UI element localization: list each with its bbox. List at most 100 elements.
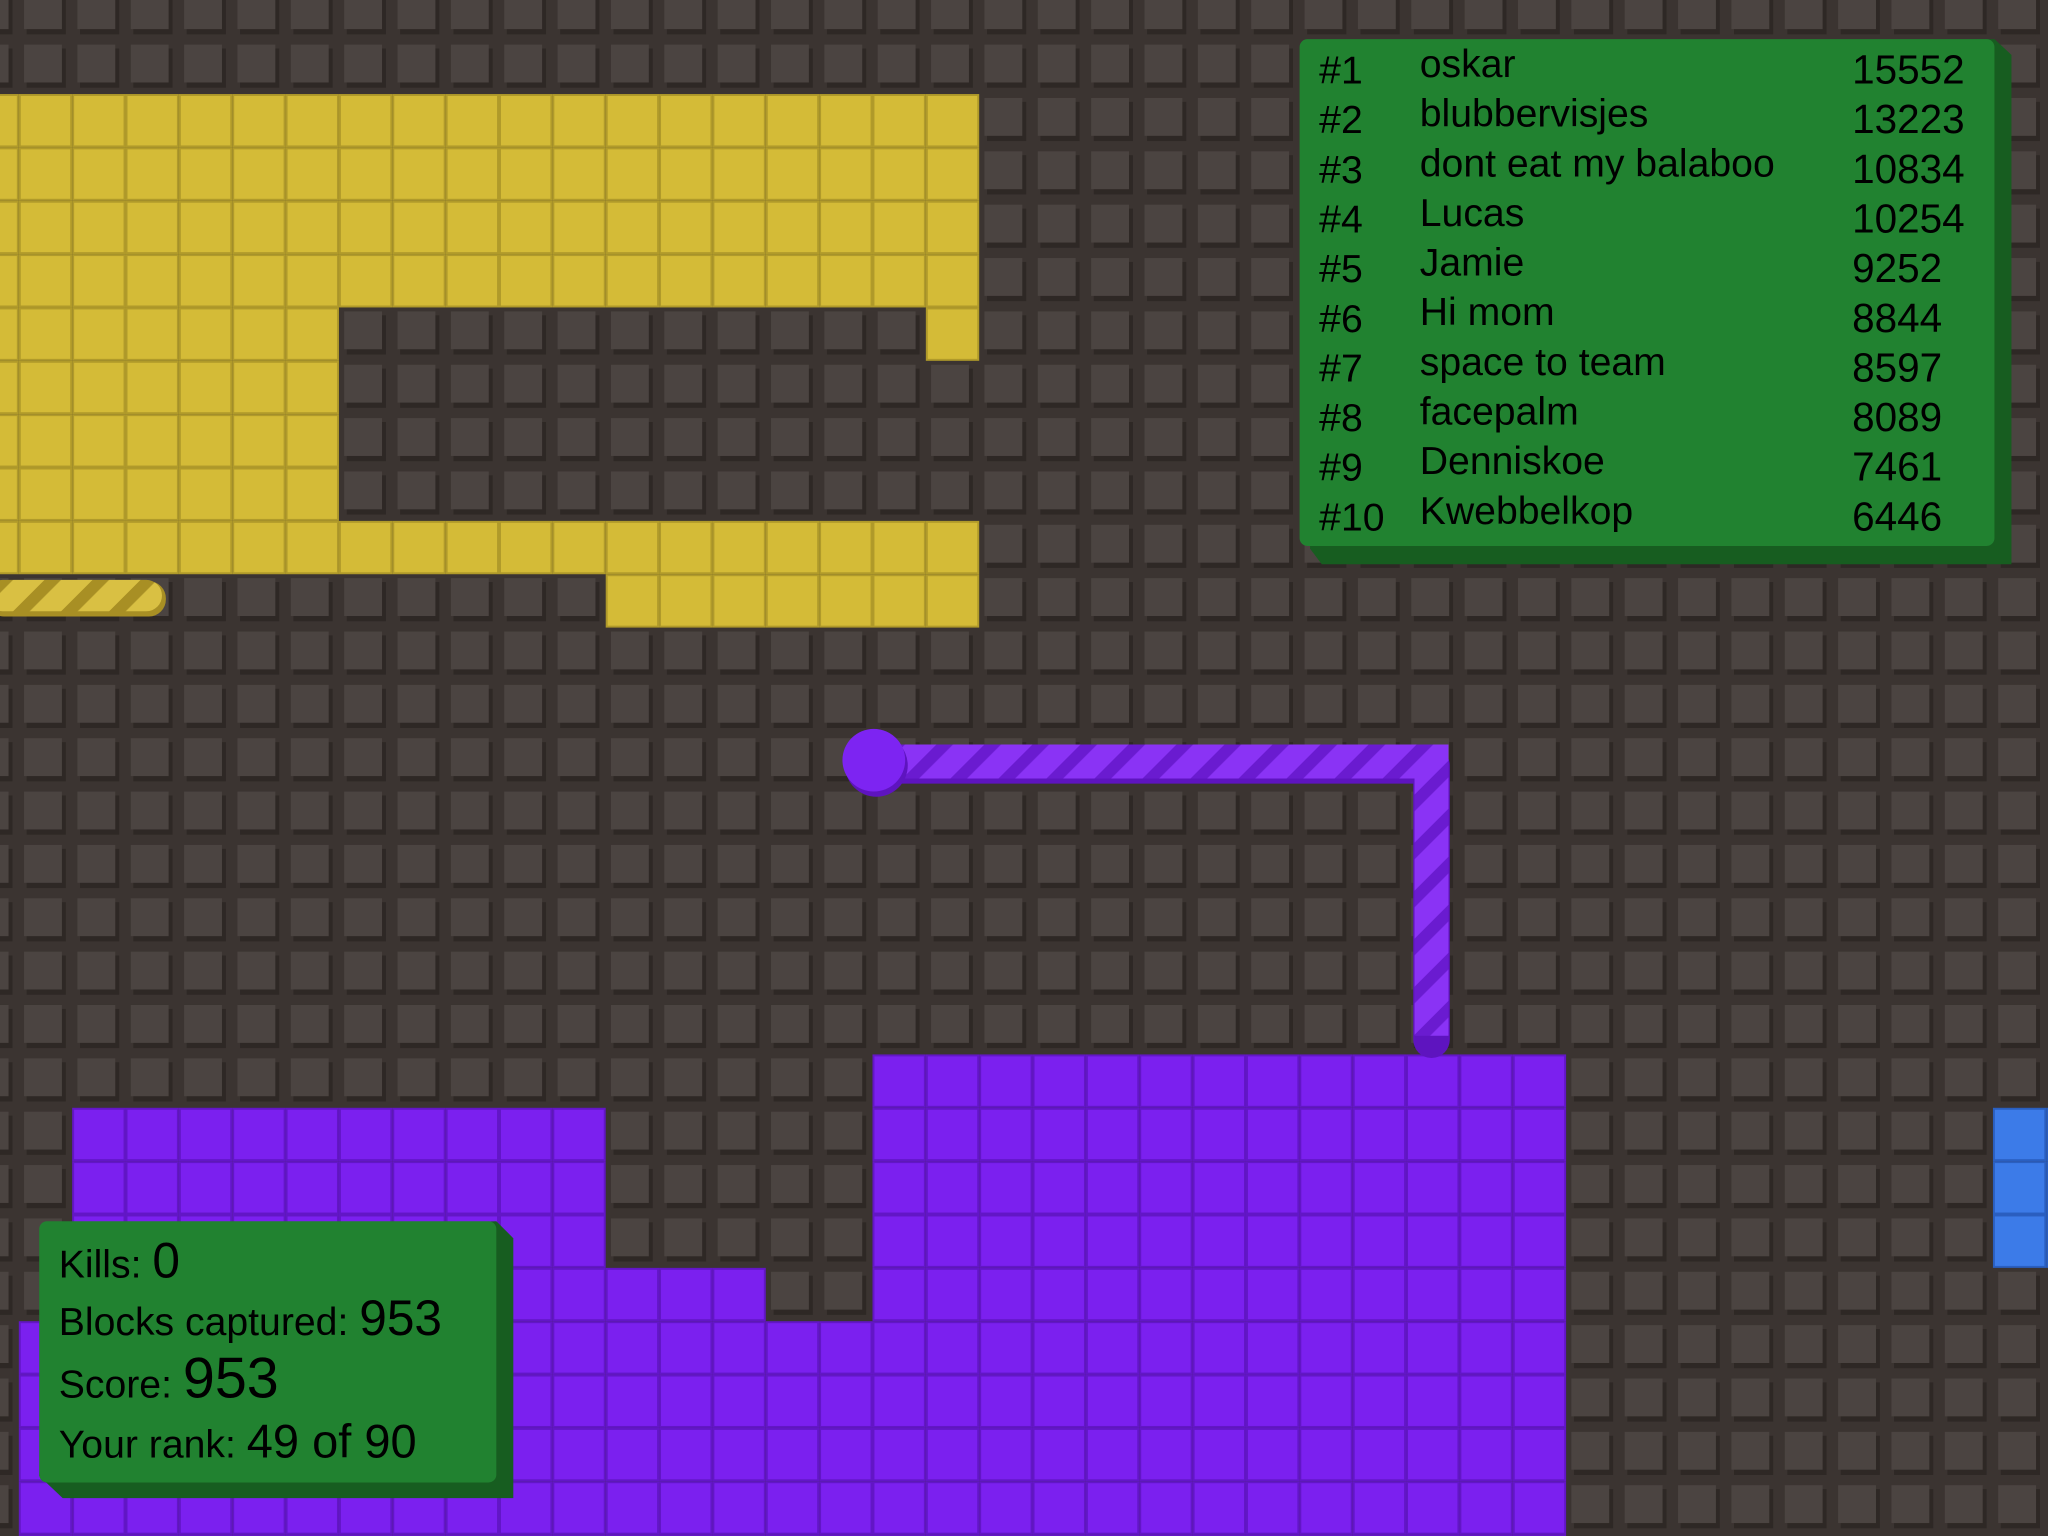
purple-territory-cell xyxy=(1301,1109,1351,1160)
grid-tile xyxy=(1091,844,1130,883)
grid-tile xyxy=(664,738,703,777)
grid-tile xyxy=(1091,1004,1130,1043)
purple-territory-cell xyxy=(767,1483,818,1533)
grid-tile xyxy=(344,684,383,723)
grid-tile xyxy=(1944,844,1983,883)
purple-territory-cell xyxy=(1354,1429,1405,1480)
grid-tile xyxy=(1144,791,1183,830)
grid-tile xyxy=(450,44,489,83)
grid-tile xyxy=(0,1485,9,1524)
grid-tile xyxy=(504,1004,543,1043)
grid-tile xyxy=(1357,951,1396,990)
blue-territory-cell xyxy=(1994,1163,2045,1213)
purple-territory-cell xyxy=(981,1269,1031,1320)
grid-tile xyxy=(824,791,863,830)
grid-tile xyxy=(1037,97,1076,136)
grid-tile xyxy=(1251,471,1290,510)
purple-territory-cell xyxy=(1034,1483,1084,1533)
grid-tile xyxy=(1251,578,1290,617)
grid-tile xyxy=(1678,1431,1716,1470)
grid-tile xyxy=(344,791,383,830)
grid-tile xyxy=(771,1165,809,1203)
grid-tile xyxy=(24,791,62,830)
grid-tile xyxy=(24,44,62,83)
grid-tile xyxy=(1037,471,1076,510)
grid-tile xyxy=(717,364,756,403)
grid-tile xyxy=(1944,1058,1983,1097)
yellow-territory-cell xyxy=(0,469,17,519)
grid-tile xyxy=(237,951,276,990)
grid-tile xyxy=(771,1058,809,1097)
grid-tile xyxy=(717,844,756,883)
purple-territory-cell xyxy=(1247,1269,1298,1320)
yellow-territory-cell xyxy=(0,149,17,199)
grid-tile xyxy=(504,471,543,510)
purple-territory-cell xyxy=(1141,1483,1191,1533)
purple-territory-cell xyxy=(1141,1109,1191,1160)
yellow-territory-cell xyxy=(20,522,71,573)
grid-tile xyxy=(450,364,489,403)
grid-tile xyxy=(1517,631,1556,670)
grid-tile xyxy=(931,44,969,83)
grid-tile xyxy=(1357,684,1396,723)
kills-label: Kills: xyxy=(59,1243,153,1286)
grid-tile xyxy=(290,898,329,937)
grid-tile xyxy=(397,418,436,456)
purple-territory-cell xyxy=(927,1216,978,1266)
grid-tile xyxy=(557,898,596,937)
grid-tile xyxy=(1571,791,1610,830)
grid-tile xyxy=(184,0,222,30)
grid-tile xyxy=(1624,1218,1663,1257)
yellow-territory-cell xyxy=(607,96,658,146)
grid-tile xyxy=(1784,1271,1823,1310)
yellow-territory-cell xyxy=(714,149,764,199)
yellow-territory-cell xyxy=(340,522,391,573)
grid-tile xyxy=(184,578,222,617)
purple-territory-cell xyxy=(1354,1163,1405,1213)
grid-tile xyxy=(397,791,436,830)
grid-tile xyxy=(1624,1271,1663,1310)
grid-tile xyxy=(237,631,276,670)
grid-tile xyxy=(504,44,543,83)
game-canvas[interactable]: #1 oskar 15552 #2 blubbervisjes 13223 #3 dont e… xyxy=(0,0,2048,1536)
grid-tile xyxy=(1838,684,1876,723)
yellow-territory-cell xyxy=(287,469,337,519)
blocks-label: Blocks captured: xyxy=(59,1301,359,1344)
purple-territory-cell xyxy=(1408,1269,1458,1320)
grid-tile xyxy=(717,684,756,723)
grid-tile xyxy=(1197,898,1236,937)
yellow-territory-cell xyxy=(554,522,604,573)
leaderboard-name: blubbervisjes xyxy=(1420,93,1649,136)
yellow-territory-cell xyxy=(180,309,231,359)
grid-tile xyxy=(397,951,436,990)
grid-tile xyxy=(0,1325,9,1364)
grid-tile xyxy=(344,418,383,456)
grid-tile xyxy=(1891,631,1930,670)
yellow-territory-cell xyxy=(127,522,177,573)
grid-tile xyxy=(1838,791,1876,830)
yellow-territory-cell xyxy=(714,522,764,573)
purple-territory-cell xyxy=(234,1109,284,1160)
yellow-territory-cell xyxy=(127,416,177,466)
grid-tile xyxy=(664,1058,703,1097)
purple-territory-cell xyxy=(874,1429,924,1480)
grid-tile xyxy=(984,684,1023,723)
grid-tile xyxy=(0,1004,9,1043)
grid-tile xyxy=(1944,631,1983,670)
yellow-territory-cell xyxy=(500,149,551,199)
grid-tile xyxy=(610,738,649,777)
grid-tile xyxy=(77,1004,116,1043)
grid-tile xyxy=(1678,1218,1716,1257)
yellow-territory-cell xyxy=(607,256,658,306)
yellow-territory-cell xyxy=(607,576,658,626)
grid-tile xyxy=(1624,1431,1663,1470)
grid-tile xyxy=(1944,1111,1983,1150)
grid-tile xyxy=(1731,791,1770,830)
grid-tile xyxy=(344,631,383,670)
grid-tile xyxy=(1197,1004,1236,1043)
grid-tile xyxy=(824,1218,863,1257)
purple-territory-cell xyxy=(1194,1056,1245,1106)
grid-tile xyxy=(984,311,1023,350)
grid-tile xyxy=(450,1004,489,1043)
grid-tile xyxy=(237,1058,276,1097)
